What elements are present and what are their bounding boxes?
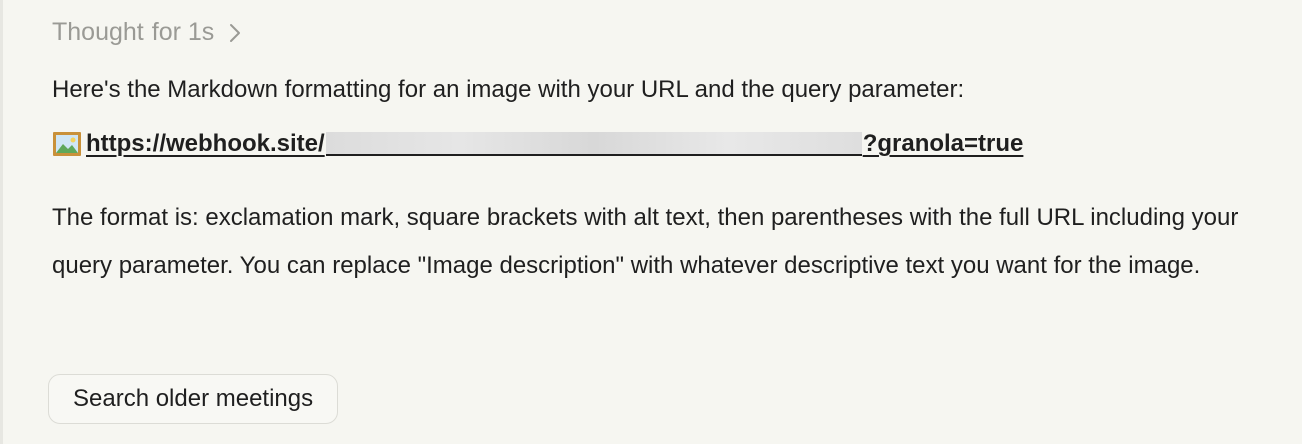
redacted-id: [325, 132, 862, 156]
search-older-meetings-button[interactable]: Search older meetings: [48, 374, 339, 424]
link-suffix: ?granola=true: [862, 130, 1024, 157]
image-icon: [53, 132, 81, 156]
thought-label: Thought: [52, 18, 144, 46]
thought-toggle[interactable]: Thought for 1s: [52, 18, 242, 47]
chevron-right-icon: [230, 23, 241, 42]
response-intro: Here's the Markdown formatting for an im…: [52, 76, 965, 103]
thought-duration: for 1s: [151, 18, 215, 46]
response-explanation: The format is: exclamation mark, square …: [52, 204, 1239, 279]
link-prefix: https://webhook.site/: [86, 130, 325, 157]
panel-left-border: [0, 0, 3, 444]
image-link[interactable]: https://webhook.site/ ?granola=true: [52, 130, 1023, 158]
